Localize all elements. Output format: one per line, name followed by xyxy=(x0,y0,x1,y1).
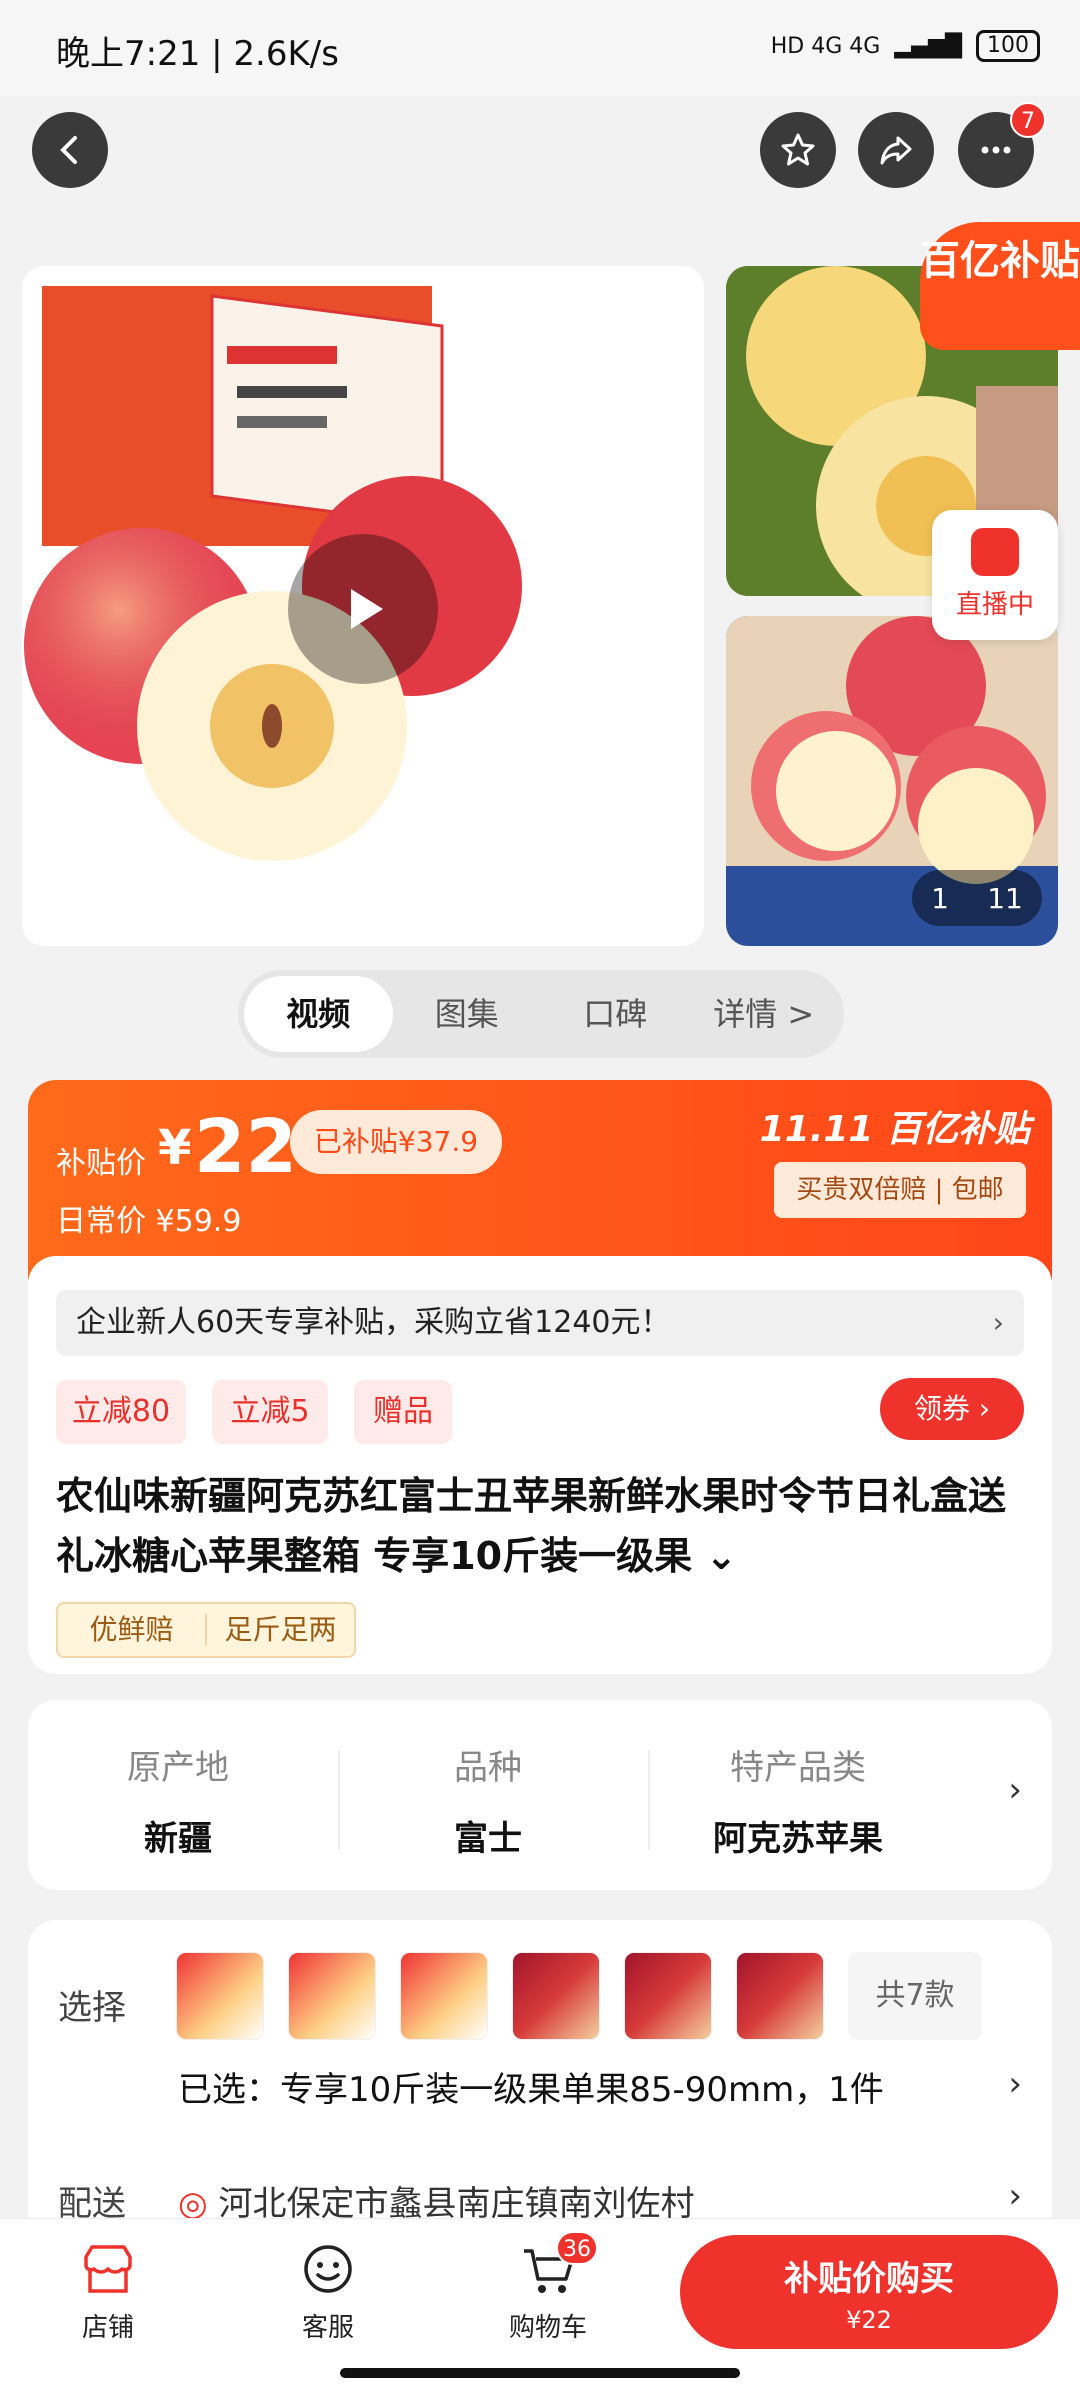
product-info-card: 企业新人60天专享补贴，采购立省1240元！ › 立减80 立减5 赠品 领券 … xyxy=(28,1256,1052,1674)
attr-key: 品种 xyxy=(454,1748,522,1788)
home-indicator[interactable] xyxy=(340,2368,740,2378)
gift-tag[interactable]: 赠品 xyxy=(354,1380,452,1444)
guarantee-badges[interactable]: 优鲜赔 足斤足两 xyxy=(56,1602,356,1658)
banner-text: 企业新人60天专享补贴，采购立省1240元！ xyxy=(76,1305,671,1340)
live-chart-icon xyxy=(971,528,1019,576)
tab-gallery[interactable]: 图集 xyxy=(393,976,542,1052)
attr-category: 特产品类 阿克苏苹果 xyxy=(648,1740,948,1860)
play-button[interactable] xyxy=(288,534,438,684)
star-icon xyxy=(781,133,815,166)
variant-thumb[interactable] xyxy=(736,1952,824,2040)
tab-details[interactable]: 详情 > xyxy=(690,976,839,1052)
chevron-right-icon: › xyxy=(992,1306,1004,1339)
counter-total: 11 xyxy=(987,881,1023,915)
signal-icon: ▂▄▆█ xyxy=(894,33,962,59)
guarantee-fresh: 优鲜赔 xyxy=(89,1613,174,1646)
status-time: 晚上7:21 | 2.6K/s xyxy=(56,34,339,74)
variant-thumb[interactable] xyxy=(176,1952,264,2040)
variant-thumb[interactable] xyxy=(400,1952,488,2040)
chat-smile-icon xyxy=(304,2245,352,2293)
store-button[interactable]: 店铺 xyxy=(38,2239,178,2344)
share-icon xyxy=(880,136,912,165)
live-label: 直播中 xyxy=(955,590,1034,620)
variant-thumb[interactable] xyxy=(512,1952,600,2040)
more-variants-button[interactable]: 共7款 xyxy=(848,1952,982,2040)
main-product-video[interactable] xyxy=(22,266,704,946)
share-button[interactable] xyxy=(858,112,934,188)
select-label: 选择 xyxy=(58,1988,126,2028)
get-coupon-button[interactable]: 领券 › xyxy=(880,1378,1024,1440)
service-label: 客服 xyxy=(301,2313,354,2343)
image-counter: 1 11 xyxy=(912,870,1042,926)
coupon-tag[interactable]: 立减5 xyxy=(212,1380,328,1444)
coupon-tag[interactable]: 立减80 xyxy=(56,1380,186,1444)
more-dots-icon xyxy=(981,146,1011,154)
buy-price: ¥22 xyxy=(846,2306,892,2334)
chevron-right-icon: › xyxy=(1008,2064,1022,2104)
selected-variant[interactable]: 已选：专享10斤装一级果单果85-90mm，1件 xyxy=(178,2062,884,2111)
guarantee-weight: 足斤足两 xyxy=(224,1613,337,1646)
attr-value: 阿克苏苹果 xyxy=(713,1819,883,1859)
price-panel: 补贴价 ¥ 22 已补贴¥37.9 日常价 ¥59.9 11.11 百亿补贴 买… xyxy=(28,1080,1052,1280)
network-indicator: HD 4G 4G xyxy=(770,33,881,59)
chevron-right-icon: › xyxy=(1008,2176,1022,2216)
status-bar: 晚上7:21 | 2.6K/s HD 4G 4G ▂▄▆█ 100 xyxy=(0,0,1080,96)
attr-variety: 品种 富士 xyxy=(338,1740,638,1860)
subsidized-amount-badge: 已补贴¥37.9 xyxy=(290,1110,502,1174)
variant-selection: 选择 共7款 已选：专享10斤装一级果单果85-90mm，1件 › 配送 ◎ 河… xyxy=(28,1920,1052,2224)
tab-reviews[interactable]: 口碑 xyxy=(541,976,690,1052)
daily-price: 日常价 ¥59.9 xyxy=(56,1204,242,1239)
subsidy-brand-logo[interactable]: 11.11 百亿补贴 xyxy=(760,1100,1030,1152)
price-amount: 22 xyxy=(194,1104,297,1190)
enterprise-banner[interactable]: 企业新人60天专享补贴，采购立省1240元！ › xyxy=(56,1290,1024,1356)
live-button[interactable]: 直播中 xyxy=(932,510,1058,640)
back-button[interactable] xyxy=(32,112,108,188)
more-button[interactable]: 7 xyxy=(958,102,1046,188)
customer-service-button[interactable]: 客服 xyxy=(258,2239,398,2344)
attr-key: 特产品类 xyxy=(730,1748,866,1788)
chevron-left-icon xyxy=(60,136,77,164)
buy-now-button[interactable]: 补贴价购买 ¥22 xyxy=(680,2235,1058,2349)
store-label: 店铺 xyxy=(81,2313,134,2343)
store-icon xyxy=(84,2245,132,2293)
attr-origin: 原产地 新疆 xyxy=(28,1740,328,1860)
variant-thumb[interactable] xyxy=(288,1952,376,2040)
subsidy-price-label: 补贴价 xyxy=(56,1146,146,1181)
cart-button[interactable]: 36 购物车 xyxy=(478,2231,618,2344)
variant-thumb[interactable] xyxy=(624,1952,712,2040)
attr-key: 原产地 xyxy=(127,1748,229,1788)
price-currency: ¥ xyxy=(158,1120,192,1176)
cart-label: 购物车 xyxy=(508,2313,587,2343)
cart-badge: 36 xyxy=(556,2231,598,2265)
more-badge: 7 xyxy=(1010,102,1046,138)
subsidy-tag: 百亿补贴 xyxy=(920,222,1080,350)
media-tabs: 视频 图集 口碑 详情 > xyxy=(238,970,844,1058)
product-title[interactable]: 农仙味新疆阿克苏红富士丑苹果新鲜水果时令节日礼盒送礼冰糖心苹果整箱 专享10斤装… xyxy=(56,1466,1024,1586)
favorite-button[interactable] xyxy=(760,112,836,188)
counter-current: 1 xyxy=(931,881,949,915)
tab-video[interactable]: 视频 xyxy=(244,976,393,1052)
attr-value: 富士 xyxy=(454,1819,522,1859)
gallery-thumb-2[interactable]: 1 11 xyxy=(726,616,1058,946)
app-root: { "status_bar": { "time": "晚上7:21 | 2.6K… xyxy=(0,0,1080,2400)
chevron-right-icon: › xyxy=(1008,1770,1022,1810)
product-attributes[interactable]: 原产地 新疆 品种 富士 特产品类 阿克苏苹果 › xyxy=(28,1700,1052,1890)
attr-value: 新疆 xyxy=(144,1819,212,1859)
status-icons: HD 4G 4G ▂▄▆█ 100 xyxy=(771,30,1040,62)
battery-indicator: 100 xyxy=(976,30,1040,62)
buy-label: 补贴价购买 xyxy=(784,2259,954,2299)
play-icon xyxy=(351,589,383,629)
perks-badge: 买贵双倍赔 | 包邮 xyxy=(774,1162,1026,1218)
